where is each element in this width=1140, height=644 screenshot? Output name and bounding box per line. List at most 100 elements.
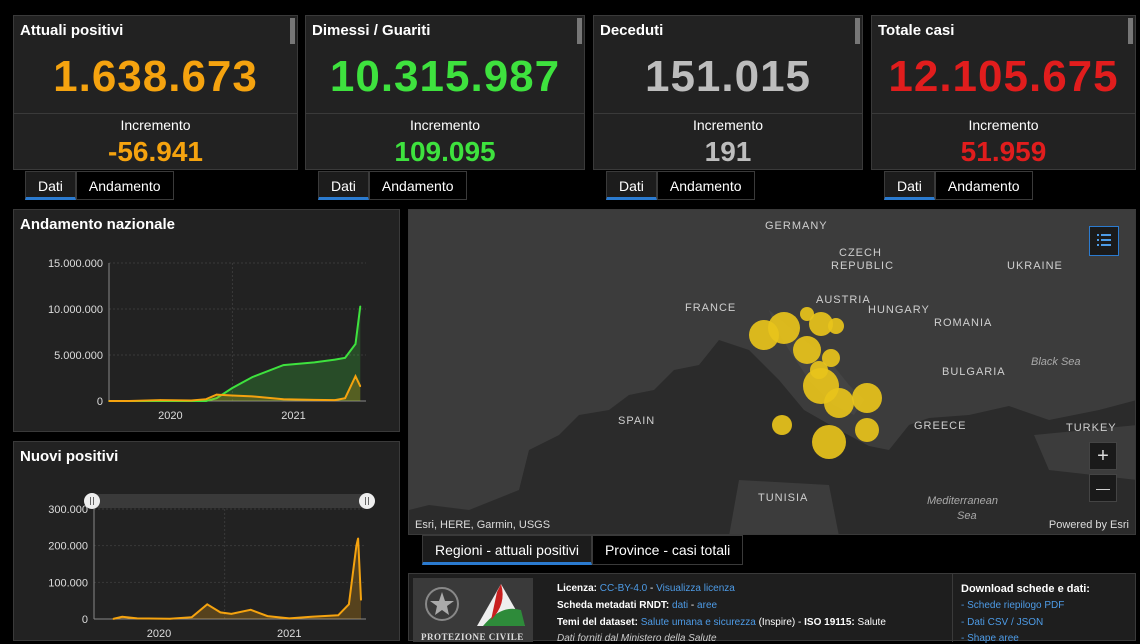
x-tick-label: 2021 — [277, 628, 301, 640]
series-area-0 — [113, 538, 361, 619]
data-point — [191, 616, 193, 618]
data-point — [288, 617, 291, 620]
separator: - — [647, 583, 657, 594]
info-footer: PROTEZIONE CIVILE Licenza: CC-BY-4.0 - V… — [408, 573, 1136, 644]
tab-andamento[interactable]: Andamento — [656, 171, 755, 200]
data-point — [108, 400, 110, 402]
map-view[interactable]: GERMANY CZECH REPUBLIC UKRAINE FRANCE AU… — [408, 209, 1136, 535]
divider — [306, 113, 584, 114]
card-increment-value: 51.959 — [960, 136, 1047, 167]
andamento-chart[interactable]: 15.000.000 10.000.000 5.000.000 0 2020 2021 — [14, 210, 399, 431]
zoom-out-button[interactable]: — — [1089, 474, 1117, 502]
y-tick-label: 300.000 — [48, 504, 88, 516]
map-powered-by[interactable]: Powered by Esri — [1049, 519, 1129, 531]
download-shape-link[interactable]: - Shape aree — [961, 633, 1019, 644]
andamento-nazionale-panel: Andamento nazionale 15.000.000 10.000.000… — [13, 209, 400, 432]
licenza-value-link[interactable]: CC-BY-4.0 — [600, 583, 647, 594]
download-title: Download schede e dati: — [961, 583, 1090, 595]
fonte-line: Dati forniti dal Ministero della Salute — [557, 633, 717, 644]
region-bubble — [812, 425, 846, 459]
tab-regioni[interactable]: Regioni - attuali positivi — [422, 535, 592, 565]
card-increment-label: Incremento — [409, 117, 481, 133]
card-tabs: Dati Andamento — [884, 171, 1033, 201]
nuovi-positivi-chart[interactable]: 300.000 200.000 100.000 0 2020 2021 — [14, 442, 399, 642]
emblem-icon — [425, 587, 459, 621]
temi-line: Temi del dataset: Salute umana e sicurez… — [557, 617, 886, 628]
card-scrollbar[interactable] — [290, 18, 295, 44]
temi-link[interactable]: Salute umana e sicurezza — [641, 617, 756, 628]
data-point — [313, 399, 316, 401]
region-bubble — [855, 418, 879, 442]
y-tick-label: 10.000.000 — [48, 304, 103, 316]
data-point — [205, 398, 207, 400]
visualizza-licenza-link[interactable]: Visualizza licenza — [656, 583, 735, 594]
card-value: 151.015 — [644, 52, 812, 101]
data-point — [357, 537, 359, 540]
card-dimessi-guariti: Dimessi / Guariti 10.315.987 Incremento … — [305, 15, 585, 170]
data-point — [282, 364, 285, 366]
nuovi-positivi-panel: Nuovi positivi 300.000 200.000 100.000 0 202… — [13, 441, 400, 641]
card-scrollbar[interactable] — [577, 18, 582, 44]
range-slider-handle[interactable] — [359, 493, 375, 509]
x-tick-label: 2021 — [281, 410, 305, 422]
download-pdf-link[interactable]: - Schede riepilogo PDF — [961, 600, 1064, 611]
card-tabs: Dati Andamento — [25, 171, 174, 201]
zoom-in-button[interactable]: + — [1089, 442, 1117, 470]
tab-dati[interactable]: Dati — [318, 171, 369, 200]
data-point — [128, 400, 131, 402]
region-bubble — [793, 336, 821, 364]
data-point — [344, 356, 346, 359]
card-value: 1.638.673 — [53, 52, 258, 101]
card-increment-label: Incremento — [692, 117, 764, 133]
tab-andamento[interactable]: Andamento — [934, 171, 1033, 200]
data-point — [136, 617, 138, 620]
data-point — [206, 603, 208, 606]
card-increment-value: 191 — [704, 136, 752, 167]
map-bubbles[interactable] — [409, 210, 1136, 535]
download-csv-link[interactable]: - Dati CSV / JSON — [961, 617, 1043, 628]
card-totale-casi: Totale casi 12.105.675 Incremento 51.959 — [871, 15, 1136, 170]
tab-dati[interactable]: Dati — [606, 171, 657, 200]
data-point — [344, 397, 346, 400]
rndt-line: Scheda metadati RNDT: dati - aree — [557, 600, 717, 611]
card-scrollbar[interactable] — [1128, 18, 1133, 44]
data-point — [355, 544, 358, 547]
region-bubble — [824, 388, 854, 418]
licenza-line: Licenza: CC-BY-4.0 - Visualizza licenza — [557, 583, 735, 594]
card-title: Attuali positivi — [20, 22, 124, 39]
y-tick-label: 5.000.000 — [54, 350, 103, 362]
card-increment-value: -56.941 — [108, 136, 203, 167]
data-point — [219, 611, 222, 614]
data-point — [169, 618, 171, 620]
data-point — [348, 603, 350, 606]
tab-andamento[interactable]: Andamento — [75, 171, 174, 200]
tab-dati[interactable]: Dati — [884, 171, 935, 200]
protezione-civile-logo-icon — [477, 584, 525, 626]
y-tick-label: 15.000.000 — [48, 258, 103, 270]
data-point — [251, 395, 254, 398]
tab-dati[interactable]: Dati — [25, 171, 76, 200]
region-bubble — [772, 415, 792, 435]
y-tick-label: 200.000 — [48, 541, 88, 553]
range-slider-handle[interactable] — [84, 493, 100, 509]
rndt-dati-link[interactable]: dati — [672, 600, 688, 611]
series-line-0 — [113, 538, 362, 620]
data-point — [310, 616, 313, 618]
data-point — [121, 616, 123, 618]
rndt-aree-link[interactable]: aree — [697, 600, 717, 611]
card-tabs: Dati Andamento — [606, 171, 755, 201]
data-point — [230, 613, 233, 615]
card-increment-label: Incremento — [968, 117, 1039, 133]
tab-andamento[interactable]: Andamento — [368, 171, 467, 200]
card-scrollbar[interactable] — [855, 18, 860, 44]
tab-province[interactable]: Province - casi totali — [591, 535, 744, 565]
x-tick-label: 2020 — [147, 628, 171, 640]
y-tick-label: 100.000 — [48, 577, 88, 589]
card-value: 10.315.987 — [329, 52, 561, 101]
data-point — [231, 394, 233, 397]
data-point — [360, 599, 362, 601]
card-value: 12.105.675 — [888, 52, 1119, 101]
legend-list-button[interactable] — [1089, 226, 1119, 256]
rndt-label: Scheda metadati RNDT: — [557, 600, 670, 611]
licenza-label: Licenza: — [557, 583, 598, 594]
